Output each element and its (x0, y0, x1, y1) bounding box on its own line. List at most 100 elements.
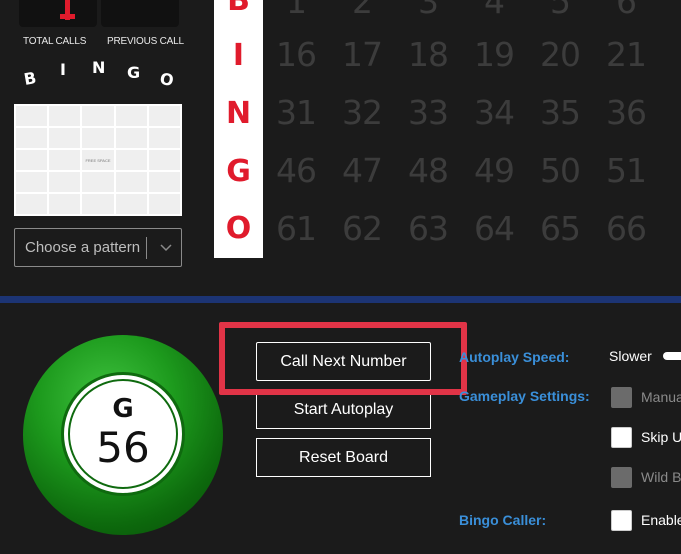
board-number: 6 (616, 0, 637, 21)
board-number: 16 (276, 35, 317, 74)
skip-checkbox[interactable] (611, 427, 632, 448)
mini-bingo-letter: G (127, 63, 141, 82)
current-ball-number: 56 (96, 423, 150, 472)
board-number: 49 (474, 151, 515, 190)
mini-bingo-letter: O (158, 68, 176, 91)
board-number: 32 (342, 93, 383, 132)
board-number: 62 (342, 209, 383, 248)
board-number: 1 (286, 0, 307, 21)
board-number: 34 (474, 93, 515, 132)
board-number: 51 (606, 151, 647, 190)
total-calls-display (19, 0, 97, 27)
pattern-cell[interactable] (82, 172, 114, 192)
board-number: 18 (408, 35, 449, 74)
board-number: 20 (540, 35, 581, 74)
previous-call-label: PREVIOUS CALL (107, 36, 184, 47)
pattern-cell[interactable] (16, 150, 48, 170)
pattern-cell[interactable] (82, 128, 114, 148)
pattern-cell[interactable] (115, 106, 147, 126)
board-number: 65 (540, 209, 581, 248)
pattern-cell[interactable] (16, 106, 48, 126)
pattern-cell[interactable] (49, 172, 81, 192)
mini-bingo-letter: I (60, 60, 66, 79)
wild-label: Wild B (641, 469, 681, 485)
mini-bingo-letter: N (92, 58, 106, 77)
mini-bingo-header: B I N G O (14, 58, 182, 90)
free-space-cell: FREE SPACE (82, 150, 114, 170)
board-number: 63 (408, 209, 449, 248)
current-ball: G 56 (23, 335, 223, 535)
pattern-cell[interactable] (148, 150, 180, 170)
bingo-letter: I (232, 38, 245, 73)
board-number: 36 (606, 93, 647, 132)
pattern-select-placeholder: Choose a pattern (25, 239, 141, 256)
chevron-down-icon (160, 244, 172, 252)
select-separator (146, 237, 147, 259)
start-autoplay-button[interactable]: Start Autoplay (256, 390, 431, 429)
board-number: 31 (276, 93, 317, 132)
current-ball-face: G 56 (61, 372, 185, 496)
board-number: 3 (418, 0, 439, 21)
pattern-cell[interactable] (115, 150, 147, 170)
board-number: 35 (540, 93, 581, 132)
manual-label: Manua (641, 389, 681, 405)
pattern-cell[interactable] (16, 194, 48, 214)
board-number: 4 (484, 0, 505, 21)
board-number: 61 (276, 209, 317, 248)
top-section: TOTAL CALLS PREVIOUS CALL B I N G O FREE… (0, 0, 681, 296)
pattern-cell[interactable] (82, 194, 114, 214)
pattern-cell[interactable] (115, 172, 147, 192)
board-number: 48 (408, 151, 449, 190)
slower-label: Slower (609, 348, 652, 364)
board-number: 66 (606, 209, 647, 248)
board-number: 64 (474, 209, 515, 248)
bingo-letter-column: B I N G O (214, 0, 263, 258)
board-number: 47 (342, 151, 383, 190)
board-number: 33 (408, 93, 449, 132)
previous-call-display (101, 0, 179, 27)
total-calls-label: TOTAL CALLS (23, 36, 87, 47)
pattern-cell[interactable] (115, 194, 147, 214)
current-ball-letter: G (112, 394, 134, 424)
board-number: 5 (550, 0, 571, 21)
autoplay-speed-label: Autoplay Speed: (459, 349, 570, 365)
manual-checkbox[interactable] (611, 387, 632, 408)
wild-checkbox[interactable] (611, 467, 632, 488)
pattern-cell[interactable] (49, 150, 81, 170)
number-board: 1 2 3 4 5 6 16 17 18 19 20 21 31 32 33 3… (270, 0, 681, 258)
enable-caller-label: Enable (641, 512, 681, 528)
pattern-grid: FREE SPACE (14, 104, 182, 216)
bingo-letter: N (225, 96, 252, 131)
bingo-letter: O (225, 211, 252, 246)
reset-board-button[interactable]: Reset Board (256, 438, 431, 477)
highlight-box (219, 322, 467, 395)
board-number: 21 (606, 35, 647, 74)
pattern-cell[interactable] (16, 172, 48, 192)
pattern-cell[interactable] (148, 106, 180, 126)
pattern-cell[interactable] (82, 106, 114, 126)
pattern-cell[interactable] (148, 194, 180, 214)
mini-bingo-letter: B (22, 68, 38, 89)
board-number: 46 (276, 151, 317, 190)
board-number: 17 (342, 35, 383, 74)
pattern-cell[interactable] (16, 128, 48, 148)
pattern-cell[interactable] (148, 128, 180, 148)
pattern-cell[interactable] (49, 106, 81, 126)
pattern-cell[interactable] (148, 172, 180, 192)
board-number: 2 (352, 0, 373, 21)
gameplay-settings-label: Gameplay Settings: (459, 388, 590, 404)
board-number: 19 (474, 35, 515, 74)
total-calls-digit (60, 0, 75, 20)
bingo-letter: B (227, 0, 250, 18)
pattern-cell[interactable] (115, 128, 147, 148)
bingo-letter: G (226, 154, 251, 189)
pattern-cell[interactable] (49, 194, 81, 214)
pattern-cell[interactable] (49, 128, 81, 148)
pattern-select[interactable]: Choose a pattern (14, 228, 182, 267)
section-divider (0, 296, 681, 303)
enable-caller-checkbox[interactable] (611, 510, 632, 531)
bingo-caller-label: Bingo Caller: (459, 512, 547, 528)
skip-label: Skip U (641, 429, 681, 445)
board-number: 50 (540, 151, 581, 190)
autoplay-speed-slider[interactable] (663, 352, 681, 360)
